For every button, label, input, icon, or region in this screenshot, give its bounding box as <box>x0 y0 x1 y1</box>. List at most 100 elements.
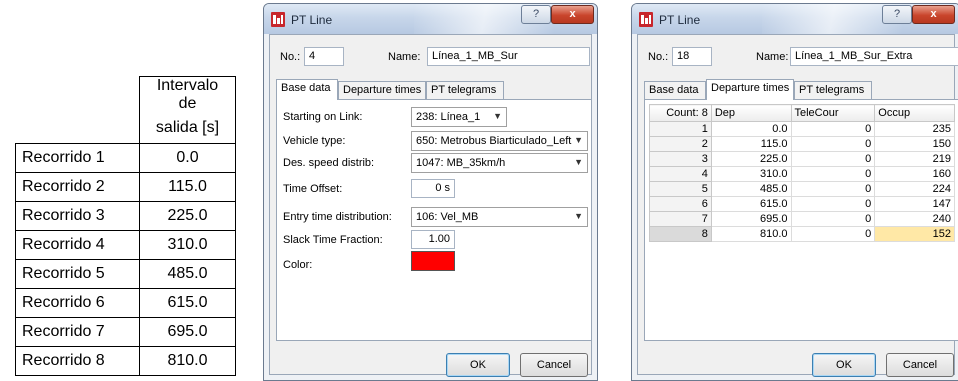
tab-base-data[interactable]: Base data <box>276 79 338 100</box>
dialog-client-area: No.: 4 Name: Línea_1_MB_Sur Base data De… <box>269 34 592 377</box>
route-name: Recorrido 2 <box>15 171 140 202</box>
row-number: 8 <box>649 226 712 242</box>
dep-cell[interactable]: 810.0 <box>710 226 792 242</box>
number-field[interactable]: 4 <box>304 47 344 66</box>
route-name: Recorrido 1 <box>15 142 140 173</box>
departure-times-grid[interactable]: Count: 8 Dep TeleCour Occup 1 0.0 0 235 2 11… <box>649 104 955 242</box>
table-row[interactable]: 7 695.0 0 240 <box>649 211 955 227</box>
table-row: Recorrido 1 0.0 <box>15 142 236 173</box>
name-label: Name: <box>388 51 421 63</box>
occup-cell[interactable]: 219 <box>874 151 955 167</box>
telecour-cell[interactable]: 0 <box>790 121 876 137</box>
row-number: 3 <box>649 151 712 167</box>
telecour-column-header[interactable]: TeleCour <box>790 104 876 122</box>
occup-cell-selected[interactable]: 152 <box>874 226 955 242</box>
occup-column-header[interactable]: Occup <box>874 104 955 122</box>
telecour-cell[interactable]: 0 <box>790 136 876 152</box>
route-name: Recorrido 6 <box>15 287 140 318</box>
empty-corner-cell-2 <box>15 113 140 144</box>
cancel-button[interactable]: Cancel <box>886 353 954 377</box>
vehicle-type-select[interactable]: 650: Metrobus Biarticulado_Left ▼ <box>411 131 588 151</box>
entry-time-distribution-label: Entry time distribution: <box>283 211 392 223</box>
occup-cell[interactable]: 150 <box>874 136 955 152</box>
row-number: 7 <box>649 211 712 227</box>
name-field[interactable]: Línea_1_MB_Sur_Extra <box>790 47 958 66</box>
tab-departure-times[interactable]: Departure times <box>706 79 794 100</box>
color-label: Color: <box>283 259 313 271</box>
tab-pt-telegrams[interactable]: PT telegrams <box>794 81 872 99</box>
cancel-button[interactable]: Cancel <box>520 353 588 377</box>
dep-cell[interactable]: 485.0 <box>710 181 792 197</box>
dep-cell[interactable]: 310.0 <box>710 166 792 182</box>
table-row: Recorrido 2 115.0 <box>15 171 236 202</box>
table-row: Recorrido 5 485.0 <box>15 258 236 289</box>
tab-pt-telegrams[interactable]: PT telegrams <box>426 81 504 99</box>
tab-base-data[interactable]: Base data <box>644 81 706 99</box>
ok-button[interactable]: OK <box>812 353 876 377</box>
dep-cell[interactable]: 0.0 <box>710 121 792 137</box>
count-column-header[interactable]: Count: 8 <box>649 104 712 122</box>
help-button[interactable]: ? <box>882 5 912 24</box>
vissim-app-icon <box>639 12 653 27</box>
tab-departure-times[interactable]: Departure times <box>338 81 426 99</box>
table-row: Recorrido 6 615.0 <box>15 287 236 318</box>
starting-link-select[interactable]: 238: Línea_1 ▼ <box>411 107 507 127</box>
help-button[interactable]: ? <box>521 5 551 24</box>
telecour-cell[interactable]: 0 <box>790 166 876 182</box>
window-title: PT Line <box>659 13 701 27</box>
header-line-1: Intervalo de <box>139 76 236 113</box>
dep-cell[interactable]: 115.0 <box>710 136 792 152</box>
slack-time-fraction-field[interactable]: 1.00 <box>411 230 455 249</box>
occup-cell[interactable]: 147 <box>874 196 955 212</box>
dep-cell[interactable]: 225.0 <box>710 151 792 167</box>
title-bar[interactable]: PT Line ? x <box>632 4 958 34</box>
table-row[interactable]: 4 310.0 0 160 <box>649 166 955 182</box>
row-number: 5 <box>649 181 712 197</box>
dep-column-header[interactable]: Dep <box>710 104 792 122</box>
row-number: 2 <box>649 136 712 152</box>
table-row[interactable]: 3 225.0 0 219 <box>649 151 955 167</box>
number-field[interactable]: 18 <box>672 47 712 66</box>
entry-time-distribution-select[interactable]: 106: Vel_MB ▼ <box>411 207 588 227</box>
occup-cell[interactable]: 240 <box>874 211 955 227</box>
route-name: Recorrido 5 <box>15 258 140 289</box>
vissim-app-icon <box>271 12 285 27</box>
table-row[interactable]: 6 615.0 0 147 <box>649 196 955 212</box>
occup-cell[interactable]: 160 <box>874 166 955 182</box>
dep-cell[interactable]: 695.0 <box>710 211 792 227</box>
telecour-cell[interactable]: 0 <box>790 151 876 167</box>
occup-cell[interactable]: 235 <box>874 121 955 137</box>
row-number: 1 <box>649 121 712 137</box>
chevron-down-icon: ▼ <box>574 135 583 145</box>
table-row-selected[interactable]: 8 810.0 0 152 <box>649 226 955 242</box>
title-bar[interactable]: PT Line ? x <box>264 4 597 34</box>
ok-button[interactable]: OK <box>446 353 510 377</box>
route-interval: 695.0 <box>139 316 236 347</box>
number-label: No.: <box>280 51 301 63</box>
telecour-cell[interactable]: 0 <box>790 181 876 197</box>
table-row[interactable]: 1 0.0 0 235 <box>649 121 955 137</box>
starting-link-label: Starting on Link: <box>283 111 363 123</box>
close-button[interactable]: x <box>551 5 594 24</box>
route-interval: 225.0 <box>139 200 236 231</box>
chevron-down-icon: ▼ <box>493 111 502 121</box>
close-button[interactable]: x <box>912 5 955 24</box>
telecour-cell[interactable]: 0 <box>790 196 876 212</box>
dep-cell[interactable]: 615.0 <box>710 196 792 212</box>
departure-interval-table: Intervalo de salida [s] Recorrido 1 0.0 R… <box>15 76 236 376</box>
grid-header-row: Count: 8 Dep TeleCour Occup <box>649 104 955 122</box>
speed-distribution-select[interactable]: 1047: MB_35km/h ▼ <box>411 153 588 173</box>
route-name: Recorrido 7 <box>15 316 140 347</box>
name-field[interactable]: Línea_1_MB_Sur <box>427 47 590 66</box>
time-offset-field[interactable]: 0 s <box>411 179 455 198</box>
color-swatch[interactable] <box>411 251 455 271</box>
route-interval: 615.0 <box>139 287 236 318</box>
telecour-cell[interactable]: 0 <box>790 211 876 227</box>
window-title: PT Line <box>291 13 333 27</box>
telecour-cell[interactable]: 0 <box>790 226 876 242</box>
tab-strip: Base data Departure times PT telegrams <box>644 79 958 100</box>
occup-cell[interactable]: 224 <box>874 181 955 197</box>
table-row[interactable]: 5 485.0 0 224 <box>649 181 955 197</box>
table-row[interactable]: 2 115.0 0 150 <box>649 136 955 152</box>
departure-times-panel: Count: 8 Dep TeleCour Occup 1 0.0 0 235 2 11… <box>644 99 958 341</box>
